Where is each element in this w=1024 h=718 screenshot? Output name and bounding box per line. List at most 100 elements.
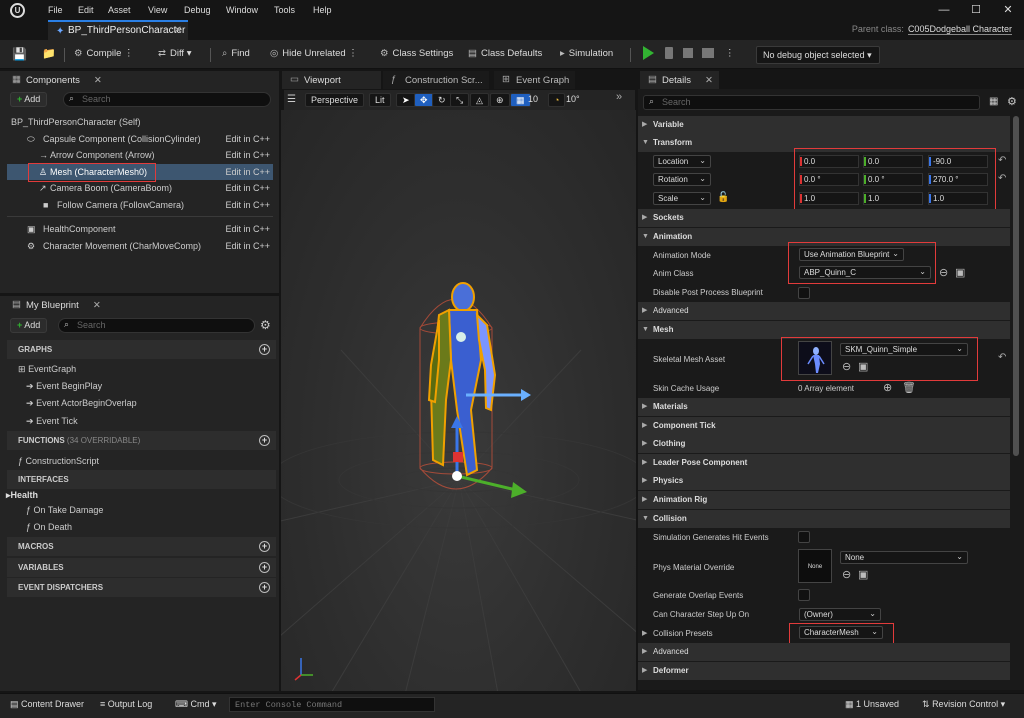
interface-on-death[interactable]: ƒ On Death <box>26 522 72 532</box>
menu-help[interactable]: Help <box>313 5 332 15</box>
menu-debug[interactable]: Debug <box>184 5 211 15</box>
phys-material-thumbnail[interactable]: None <box>798 549 832 583</box>
use-selected-icon[interactable]: ⊖ <box>842 568 851 581</box>
blueprint-search-input[interactable]: ⌕ Search <box>58 318 255 333</box>
simulation-button[interactable]: ▸ Simulation <box>560 48 613 59</box>
close-my-blueprint-icon[interactable]: ✕ <box>93 300 101 311</box>
browse-asset-icon[interactable]: ▣ <box>955 266 965 279</box>
debug-object-select[interactable]: No debug object selected ▾ <box>756 46 880 64</box>
section-component-tick[interactable]: ▶ Component Tick <box>638 417 1010 435</box>
section-leader-pose[interactable]: ▶ Leader Pose Component <box>638 454 1010 472</box>
maximize-icon[interactable]: ☐ <box>960 0 992 20</box>
play-icon[interactable] <box>643 46 654 60</box>
components-search-input[interactable]: ⌕ Search <box>63 92 271 107</box>
section-graphs[interactable]: GRAPHS + <box>7 340 276 359</box>
rotation-snap-icon[interactable]: ◔ <box>548 93 566 107</box>
settings-gear-icon[interactable]: ⚙ <box>1007 95 1017 108</box>
close-tab-icon[interactable]: ✕ <box>174 25 182 36</box>
pause-icon[interactable] <box>665 47 673 59</box>
location-mode-select[interactable]: Location ⌄ <box>653 155 711 168</box>
components-tab[interactable]: ▦ Components ✕ <box>4 71 108 89</box>
reset-mesh-icon[interactable]: ↶ <box>998 352 1006 363</box>
disable-post-process-checkbox[interactable] <box>798 287 810 299</box>
menu-asset[interactable]: Asset <box>108 5 131 15</box>
add-function-icon[interactable]: + <box>259 435 270 446</box>
component-item-camera-boom[interactable]: ↗ Camera Boom (CameraBoom) Edit in C++ <box>7 180 273 196</box>
grid-view-icon[interactable]: ▦ <box>989 96 998 107</box>
viewport-canvas[interactable] <box>281 110 636 691</box>
lit-button[interactable]: Lit <box>369 93 391 107</box>
browse-icon[interactable]: 📁 <box>42 47 56 60</box>
unsaved-button[interactable]: ▦ 1 Unsaved <box>845 699 899 710</box>
tab-event-graph[interactable]: ⊞ Event Graph <box>494 71 576 89</box>
settings-gear-icon[interactable]: ⚙ <box>260 318 271 332</box>
generate-overlap-checkbox[interactable] <box>798 589 810 601</box>
component-item-capsule[interactable]: ⬭ Capsule Component (CollisionCylinder) Ed… <box>7 131 273 147</box>
hamburger-menu-icon[interactable]: ☰ <box>287 94 296 105</box>
event-tick[interactable]: ➔ Event Tick <box>26 416 78 427</box>
scale-mode-select[interactable]: Scale ⌄ <box>653 192 711 205</box>
stop-icon[interactable] <box>683 48 693 58</box>
edit-in-cpp-link[interactable]: Edit in C++ <box>225 164 270 180</box>
play-options-icon[interactable]: ⋮ <box>725 48 735 59</box>
section-macros[interactable]: MACROS + <box>7 537 276 556</box>
phys-material-select[interactable]: None ⌄ <box>840 551 968 564</box>
component-item-movement[interactable]: ⚙ Character Movement (CharMoveComp) Edit i… <box>7 238 273 254</box>
revision-control-button[interactable]: ⇅ Revision Control ▾ <box>922 699 1005 710</box>
reset-rotation-icon[interactable]: ↶ <box>998 173 1006 184</box>
save-icon[interactable]: 💾 <box>12 47 27 61</box>
content-drawer-button[interactable]: ▤ Content Drawer <box>10 699 84 710</box>
unreal-logo-icon[interactable]: U <box>10 3 25 18</box>
edit-in-cpp-link[interactable]: Edit in C++ <box>225 147 270 163</box>
menu-view[interactable]: View <box>148 5 167 15</box>
details-search-input[interactable]: ⌕ Search <box>643 95 980 110</box>
edit-in-cpp-link[interactable]: Edit in C++ <box>225 180 270 196</box>
scale-tool-icon[interactable]: ⤡ <box>450 93 470 107</box>
document-tab[interactable]: ✦ BP_ThirdPersonCharacter ✕ <box>48 20 188 40</box>
graph-event-graph[interactable]: ⊞ EventGraph <box>18 364 76 375</box>
event-actor-begin-overlap[interactable]: ➔ Event ActorBeginOverlap <box>26 398 137 409</box>
edit-in-cpp-link[interactable]: Edit in C++ <box>225 238 270 254</box>
component-item-arrow[interactable]: → Arrow Component (Arrow) Edit in C++ <box>7 147 273 163</box>
close-details-icon[interactable]: ✕ <box>705 75 713 86</box>
use-selected-icon[interactable]: ⊖ <box>939 266 948 279</box>
component-item-follow-camera[interactable]: ■ Follow Camera (FollowCamera) Edit in C++ <box>7 197 273 213</box>
section-clothing[interactable]: ▶ Clothing <box>638 435 1010 453</box>
diff-button[interactable]: ⇄ Diff ▾ <box>158 48 191 59</box>
compile-button[interactable]: ⚙ Compile ⋮ <box>74 48 134 59</box>
eject-icon[interactable] <box>702 48 714 58</box>
section-event-dispatchers[interactable]: EVENT DISPATCHERS + <box>7 578 276 597</box>
tab-construction-script[interactable]: ƒ Construction Scr... <box>383 71 489 89</box>
hide-unrelated-button[interactable]: ◎ Hide Unrelated ⋮ <box>270 48 358 59</box>
translate-tool-icon[interactable]: ✥ <box>414 93 434 107</box>
event-begin-play[interactable]: ➔ Event BeginPlay <box>26 381 102 392</box>
grid-snap-value[interactable]: 10 <box>528 94 538 104</box>
class-defaults-button[interactable]: ▤ Class Defaults <box>468 48 542 59</box>
perspective-button[interactable]: Perspective <box>305 93 365 107</box>
lock-icon[interactable]: 🔓 <box>717 192 729 203</box>
reset-location-icon[interactable]: ↶ <box>998 155 1006 166</box>
class-settings-button[interactable]: ⚙ Class Settings <box>380 48 453 59</box>
console-command-input[interactable]: Enter Console Command <box>229 697 435 712</box>
section-interfaces[interactable]: INTERFACES <box>7 470 276 489</box>
sim-hit-events-checkbox[interactable] <box>798 531 810 543</box>
section-deformer[interactable]: ▶ Deformer <box>638 662 1010 680</box>
close-components-icon[interactable]: ✕ <box>94 75 102 86</box>
minimize-icon[interactable]: — <box>928 0 960 20</box>
menu-window[interactable]: Window <box>226 5 258 15</box>
tab-viewport[interactable]: ▭ Viewport <box>282 71 381 89</box>
trash-icon[interactable]: 🗑 <box>902 381 916 394</box>
function-construction-script[interactable]: ƒ ConstructionScript <box>18 456 99 466</box>
details-scrollbar[interactable] <box>1013 116 1019 456</box>
section-collision[interactable]: ▼ Collision <box>638 510 1010 528</box>
parent-class-link[interactable]: C005Dodgeball Character <box>907 24 1012 35</box>
add-macro-icon[interactable]: + <box>259 541 270 552</box>
component-item-self[interactable]: BP_ThirdPersonCharacter (Self) <box>7 114 273 130</box>
section-animation-advanced[interactable]: ▶ Advanced <box>638 302 1010 320</box>
interface-health[interactable]: ▸Health <box>6 490 38 501</box>
world-local-icon[interactable]: ⊕ <box>490 93 510 107</box>
rotation-mode-select[interactable]: Rotation ⌄ <box>653 173 711 186</box>
section-collision-advanced[interactable]: ▶ Advanced <box>638 643 1010 661</box>
output-log-button[interactable]: ≡ Output Log <box>100 699 152 709</box>
edit-in-cpp-link[interactable]: Edit in C++ <box>225 131 270 147</box>
